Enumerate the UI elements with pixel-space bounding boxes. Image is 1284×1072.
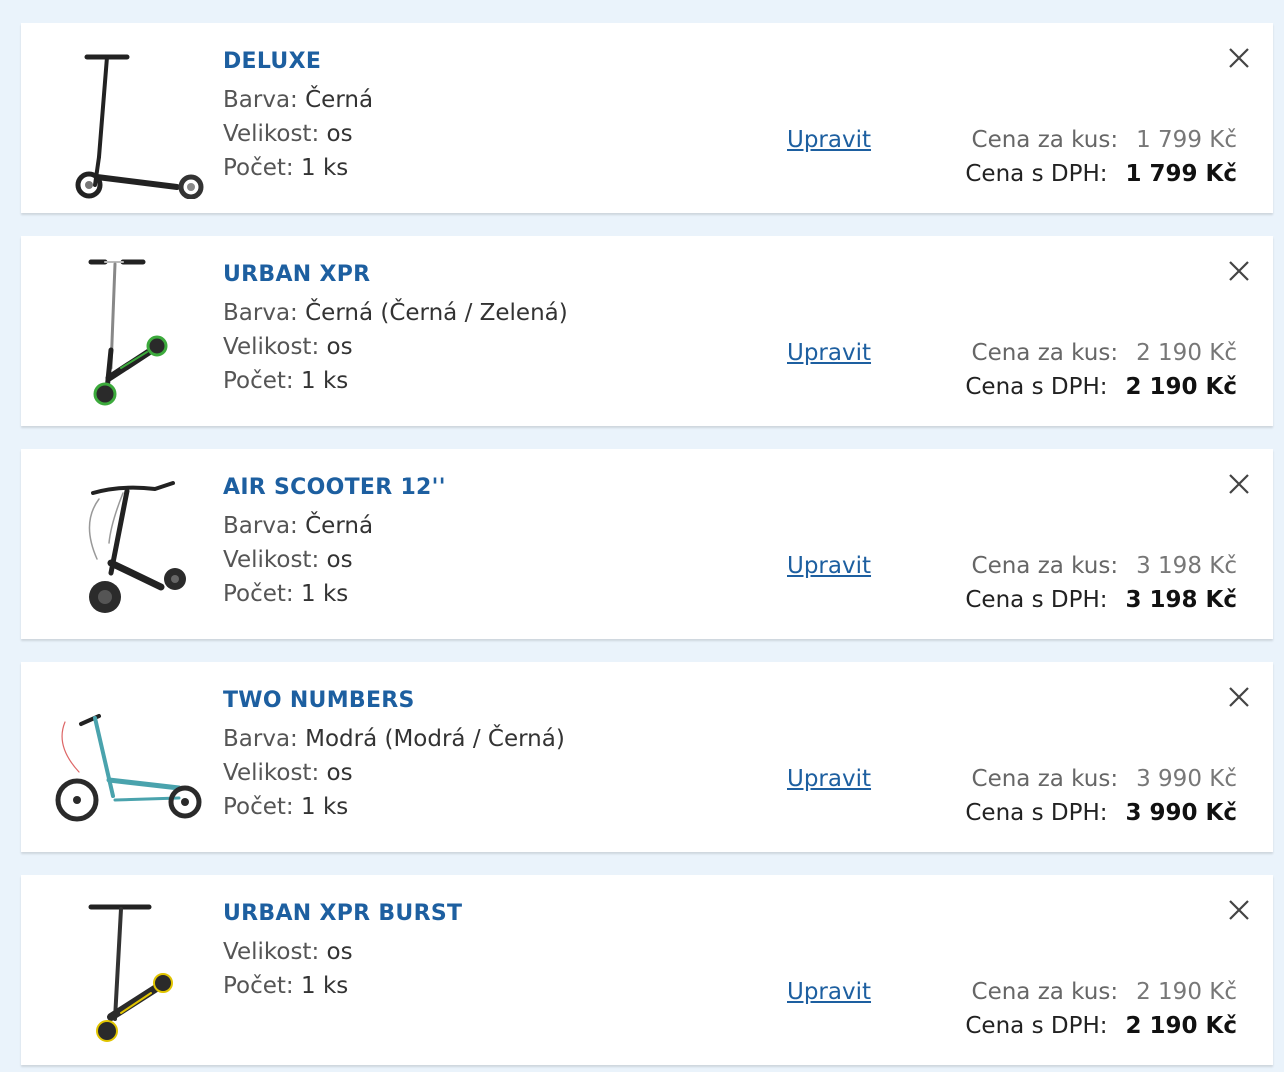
price-block: Cena za kus: 2 190 Kč Cena s DPH: 2 190 … <box>937 975 1237 1043</box>
unit-price-row: Cena za kus: 2 190 Kč <box>937 336 1237 370</box>
remove-item-button[interactable] <box>1226 684 1252 710</box>
product-image[interactable] <box>51 37 211 199</box>
black-scooter-image <box>75 54 204 199</box>
unit-price-label: Cena za kus: <box>971 766 1119 792</box>
size-attribute: Velikost: os <box>223 547 353 573</box>
color-attribute: Barva: Černá (Černá / Zelená) <box>223 300 568 326</box>
cart-item: DELUXE Barva: Černá Velikost: os Počet: … <box>21 23 1273 213</box>
cart-item: TWO NUMBERS Barva: Modrá (Modrá / Černá)… <box>21 662 1273 852</box>
price-block: Cena za kus: 3 990 Kč Cena s DPH: 3 990 … <box>937 762 1237 830</box>
black-yellow-scooter-image <box>88 904 173 1042</box>
close-icon <box>1229 474 1249 494</box>
product-info: DELUXE Barva: Černá Velikost: os Počet: … <box>223 48 743 185</box>
air-scooter-image <box>88 481 186 613</box>
unit-price-row: Cena za kus: 3 990 Kč <box>937 762 1237 796</box>
unit-price-label: Cena za kus: <box>971 127 1119 153</box>
product-name-link[interactable]: URBAN XPR BURST <box>223 900 743 928</box>
remove-item-button[interactable] <box>1226 471 1252 497</box>
product-image[interactable] <box>51 250 211 412</box>
color-attribute: Barva: Černá <box>223 87 374 113</box>
product-image[interactable] <box>51 463 211 625</box>
product-image[interactable] <box>51 889 211 1051</box>
vat-price-label: Cena s DPH: <box>965 374 1108 400</box>
remove-item-button[interactable] <box>1226 897 1252 923</box>
cart-item-list: DELUXE Barva: Černá Velikost: os Počet: … <box>0 0 1284 1072</box>
unit-price-value: 1 799 Kč <box>1136 127 1237 153</box>
product-name-link[interactable]: URBAN XPR <box>223 261 743 289</box>
quantity-attribute: Počet: 1 ks <box>223 581 349 607</box>
remove-item-button[interactable] <box>1226 45 1252 71</box>
size-attribute: Velikost: os <box>223 121 353 147</box>
size-attribute: Velikost: os <box>223 939 353 965</box>
price-block: Cena za kus: 2 190 Kč Cena s DPH: 2 190 … <box>937 336 1237 404</box>
unit-price-row: Cena za kus: 1 799 Kč <box>937 123 1237 157</box>
vat-price-value: 3 990 Kč <box>1125 800 1238 826</box>
product-name-link[interactable]: TWO NUMBERS <box>223 687 743 715</box>
cart-item: AIR SCOOTER 12'' Barva: Černá Velikost: … <box>21 449 1273 639</box>
vat-price-row: Cena s DPH: 1 799 Kč <box>937 157 1237 191</box>
unit-price-value: 2 190 Kč <box>1136 340 1237 366</box>
unit-price-value: 3 990 Kč <box>1136 766 1237 792</box>
vat-price-label: Cena s DPH: <box>965 1013 1108 1039</box>
unit-price-value: 2 190 Kč <box>1136 979 1237 1005</box>
cart-item: URBAN XPR Barva: Černá (Černá / Zelená) … <box>21 236 1273 426</box>
product-name-link[interactable]: DELUXE <box>223 48 743 76</box>
color-attribute: Barva: Černá <box>223 513 374 539</box>
quantity-attribute: Počet: 1 ks <box>223 368 349 394</box>
quantity-attribute: Počet: 1 ks <box>223 155 349 181</box>
product-info: TWO NUMBERS Barva: Modrá (Modrá / Černá)… <box>223 687 743 824</box>
unit-price-label: Cena za kus: <box>971 979 1119 1005</box>
product-info: URBAN XPR BURST Velikost: os Počet: 1 ks <box>223 900 743 1003</box>
product-info: URBAN XPR Barva: Černá (Černá / Zelená) … <box>223 261 743 398</box>
edit-link[interactable]: Upravit <box>787 336 871 370</box>
vat-price-value: 2 190 Kč <box>1125 374 1238 400</box>
size-attribute: Velikost: os <box>223 760 353 786</box>
price-block: Cena za kus: 1 799 Kč Cena s DPH: 1 799 … <box>937 123 1237 191</box>
edit-link[interactable]: Upravit <box>787 762 871 796</box>
black-green-scooter-image <box>88 259 168 406</box>
edit-link[interactable]: Upravit <box>787 549 871 583</box>
product-image[interactable] <box>51 676 211 838</box>
close-icon <box>1229 900 1249 920</box>
unit-price-row: Cena za kus: 3 198 Kč <box>937 549 1237 583</box>
close-icon <box>1229 687 1249 707</box>
vat-price-value: 1 799 Kč <box>1125 161 1238 187</box>
product-info: AIR SCOOTER 12'' Barva: Černá Velikost: … <box>223 474 743 611</box>
edit-link[interactable]: Upravit <box>787 975 871 1009</box>
vat-price-label: Cena s DPH: <box>965 161 1108 187</box>
quantity-attribute: Počet: 1 ks <box>223 973 349 999</box>
remove-item-button[interactable] <box>1226 258 1252 284</box>
vat-price-label: Cena s DPH: <box>965 587 1108 613</box>
vat-price-row: Cena s DPH: 2 190 Kč <box>937 370 1237 404</box>
vat-price-label: Cena s DPH: <box>965 800 1108 826</box>
vat-price-value: 3 198 Kč <box>1125 587 1238 613</box>
unit-price-value: 3 198 Kč <box>1136 553 1237 579</box>
close-icon <box>1229 48 1249 68</box>
cart-item: URBAN XPR BURST Velikost: os Počet: 1 ks… <box>21 875 1273 1065</box>
unit-price-label: Cena za kus: <box>971 340 1119 366</box>
vat-price-row: Cena s DPH: 3 198 Kč <box>937 583 1237 617</box>
size-attribute: Velikost: os <box>223 334 353 360</box>
vat-price-row: Cena s DPH: 2 190 Kč <box>937 1009 1237 1043</box>
blue-kick-scooter-image <box>55 714 202 822</box>
product-name-link[interactable]: AIR SCOOTER 12'' <box>223 474 743 502</box>
edit-link[interactable]: Upravit <box>787 123 871 157</box>
price-block: Cena za kus: 3 198 Kč Cena s DPH: 3 198 … <box>937 549 1237 617</box>
vat-price-row: Cena s DPH: 3 990 Kč <box>937 796 1237 830</box>
color-attribute: Barva: Modrá (Modrá / Černá) <box>223 726 565 752</box>
close-icon <box>1229 261 1249 281</box>
quantity-attribute: Počet: 1 ks <box>223 794 349 820</box>
unit-price-label: Cena za kus: <box>971 553 1119 579</box>
vat-price-value: 2 190 Kč <box>1125 1013 1238 1039</box>
unit-price-row: Cena za kus: 2 190 Kč <box>937 975 1237 1009</box>
